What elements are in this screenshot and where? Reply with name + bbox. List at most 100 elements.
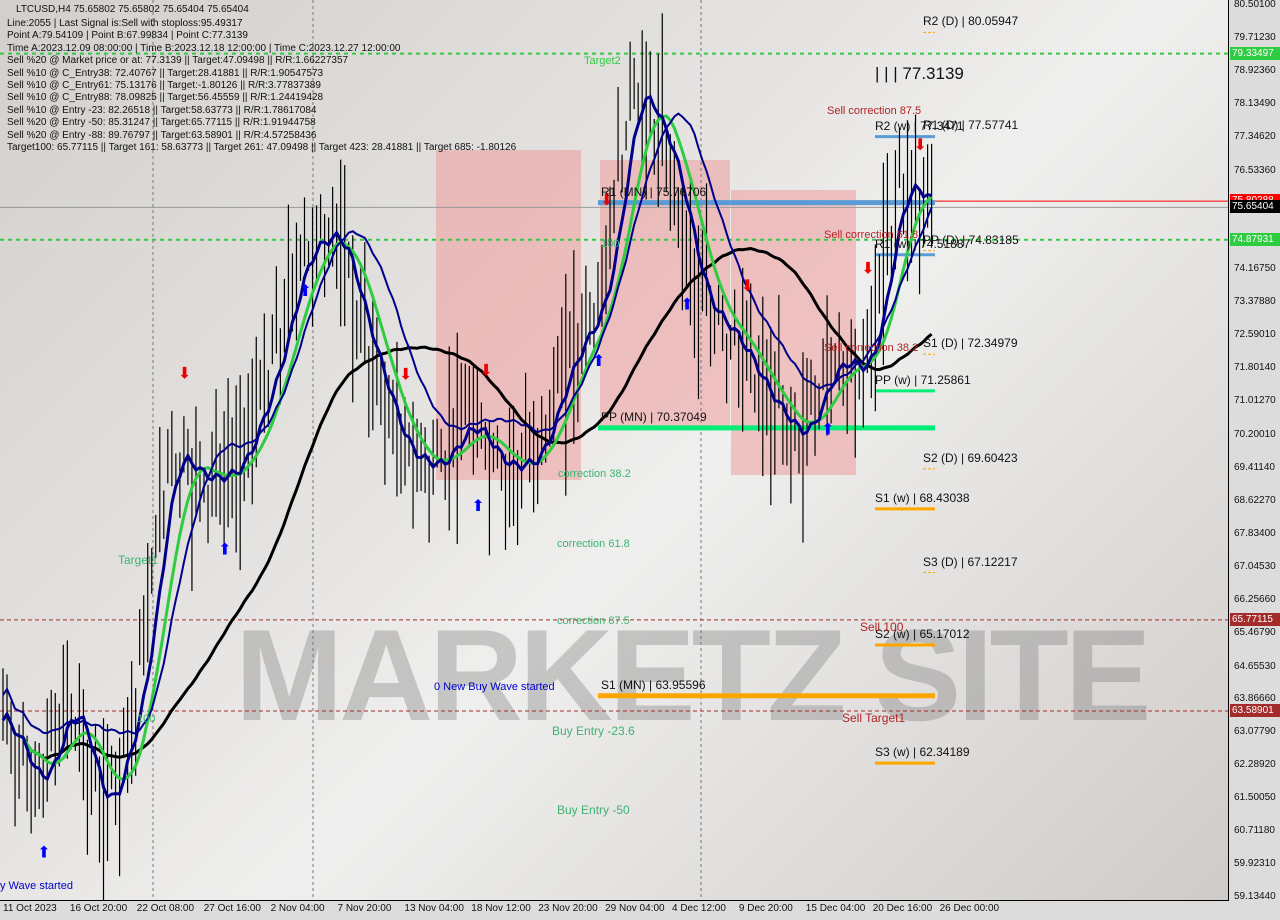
buy-arrow-icon: ⬆ xyxy=(471,498,484,515)
sell-arrow-icon: ⬇ xyxy=(861,260,874,277)
date-tick: 29 Nov 04:00 xyxy=(605,903,665,914)
sell-correction-61-label: Sell correction 61.8 xyxy=(824,229,919,241)
price-tick: 67.83400 xyxy=(1234,527,1276,539)
info-line: Time A:2023.12.09 08:00:00 | Time B:2023… xyxy=(7,42,401,54)
new-buy-wave-label: 0 New Buy Wave started xyxy=(434,681,555,693)
price-tick: 71.80140 xyxy=(1234,362,1276,374)
sell-arrow-icon: ⬇ xyxy=(178,366,191,383)
symbol-line: LTCUSD,H4 75.65802 75.65802 75.65404 75.… xyxy=(16,4,249,15)
correction-87-label: correction 87.5 xyxy=(557,615,630,627)
sell-arrow-icon: ⬇ xyxy=(914,137,927,154)
sell-target1-label: Sell Target1 xyxy=(842,711,906,725)
pivot-label: S1 (w) | 68.43038 xyxy=(875,490,970,505)
pivot-label: S3 (w) | 62.34189 xyxy=(875,745,970,760)
point-c-label: | | | 77.3139 xyxy=(875,64,964,83)
buy-arrow-icon: ⬆ xyxy=(821,421,834,438)
price-tag: 79.33497 xyxy=(1230,46,1280,60)
pivot-label: S2 (D) | 69.60423 xyxy=(923,450,1018,465)
buy-entry-50-label: Buy Entry -50 xyxy=(557,803,630,817)
price-tick: 71.01270 xyxy=(1234,395,1276,407)
price-tick: 66.25660 xyxy=(1234,593,1276,605)
buy-arrow-icon: ⬆ xyxy=(37,844,50,861)
wave-started-label: y Wave started xyxy=(0,880,73,892)
price-tag: 65.77115 xyxy=(1230,612,1280,626)
date-tick: 2 Nov 04:00 xyxy=(270,903,325,914)
info-line: Sell %10 @ C_Entry88: 78.09825 || Target… xyxy=(7,92,324,104)
price-tick: 77.34620 xyxy=(1234,130,1276,142)
date-tick: 23 Nov 20:00 xyxy=(538,903,598,914)
price-tick: 73.37880 xyxy=(1234,296,1276,308)
pivot-label: PP (MN) | 70.37049 xyxy=(601,409,707,424)
price-tick: 63.86660 xyxy=(1234,693,1276,705)
date-tick: 16 Oct 20:00 xyxy=(69,903,128,914)
price-tag: 74.87931 xyxy=(1230,232,1280,246)
hundred-label: 100 xyxy=(601,238,620,250)
price-tick: 76.53360 xyxy=(1234,164,1276,176)
info-line: Point A:79.54109 | Point B:67.99834 | Po… xyxy=(7,30,248,42)
price-tick: 67.04530 xyxy=(1234,560,1276,572)
info-line: Sell %20 @ Entry -88: 89.76797 || Target… xyxy=(7,129,317,141)
date-tick: 27 Oct 16:00 xyxy=(203,903,261,914)
info-line: Sell %10 @ Entry -23: 82.26518 || Target… xyxy=(7,104,317,116)
info-line: Sell %10 @ C_Entry61: 75.13176 || Target… xyxy=(7,80,321,91)
price-tick: 80.50100 xyxy=(1234,0,1276,10)
pivot-label: R2 (w) | 77.3471 xyxy=(875,118,964,133)
date-tick: 7 Nov 20:00 xyxy=(337,903,392,914)
price-tick: 74.16750 xyxy=(1234,263,1276,275)
date-tick: 11 Oct 2023 xyxy=(3,903,57,914)
date-tick: 9 Dec 20:00 xyxy=(738,903,793,914)
pivot-label: S1 (D) | 72.34979 xyxy=(923,336,1018,351)
price-tick: 72.59010 xyxy=(1234,329,1276,341)
price-tick: 78.13490 xyxy=(1234,97,1276,109)
left-100-label: 100 xyxy=(137,713,156,725)
chart-plot-area[interactable]: MARKETZ SITE ⬇ ⬇ ⬇ ⬇ ⬇ ⬇ ⬇ ⬆ ⬆ ⬆ ⬆ ⬆ ⬆ ⬆ LTCUSD,H4 75… xyxy=(0,0,1229,901)
buy-entry-23-label: Buy Entry -23.6 xyxy=(552,724,635,738)
pivot-label: R1 (MN) | 75.76706 xyxy=(601,184,707,199)
price-tick: 79.71230 xyxy=(1234,31,1276,43)
sell-100-label: Sell 100 xyxy=(860,620,904,634)
sell-correction-38-label: Sell correction 38.2 xyxy=(824,342,919,354)
price-tick: 59.92310 xyxy=(1234,858,1276,870)
pivot-label: PP (w) | 71.25861 xyxy=(875,372,971,387)
buy-arrow-icon: ⬆ xyxy=(218,542,231,559)
buy-arrow-icon: ⬆ xyxy=(680,297,693,314)
date-tick: 15 Dec 04:00 xyxy=(805,903,866,914)
price-tick: 61.50050 xyxy=(1234,792,1276,804)
info-line: Target100: 65.77115 || Target 161: 58.63… xyxy=(7,142,517,153)
buy-arrow-icon: ⬆ xyxy=(299,283,312,300)
price-tick: 60.71180 xyxy=(1234,825,1275,837)
sell-arrow-icon: ⬇ xyxy=(741,278,754,295)
date-tick: 26 Dec 00:00 xyxy=(939,903,1000,914)
date-tick: 22 Oct 08:00 xyxy=(136,903,195,914)
price-tick: 63.07790 xyxy=(1234,726,1276,738)
info-line: Line:2055 | Last Signal is:Sell with sto… xyxy=(7,18,243,29)
sell-arrow-icon: ⬇ xyxy=(399,367,412,384)
price-tick: 69.41140 xyxy=(1234,461,1275,473)
buy-arrow-icon: ⬆ xyxy=(592,353,605,370)
date-tick: 18 Nov 12:00 xyxy=(471,903,531,914)
pivot-label: S3 (D) | 67.12217 xyxy=(923,554,1018,569)
date-tick: 20 Dec 16:00 xyxy=(872,903,933,914)
price-tick: 78.92360 xyxy=(1234,64,1276,76)
price-tick: 64.65530 xyxy=(1234,660,1276,672)
date-tick: 13 Nov 04:00 xyxy=(404,903,464,914)
price-tag: 63.58901 xyxy=(1230,704,1280,718)
target2-label: Target2 xyxy=(584,55,621,67)
price-tag: 75.65404 xyxy=(1230,200,1280,214)
correction-38-label: correction 38.2 xyxy=(558,468,631,480)
pivot-label: S1 (MN) | 63.95596 xyxy=(601,677,706,692)
correction-61-label: correction 61.8 xyxy=(557,538,630,550)
info-line: Sell %20 @ Entry -50: 85.31247 || Target… xyxy=(7,117,316,129)
price-tick: 62.28920 xyxy=(1234,759,1276,771)
pivot-label: R2 (D) | 80.05947 xyxy=(923,14,1019,29)
info-line: Sell %10 @ C_Entry38: 72.40767 || Target… xyxy=(7,67,324,79)
price-tick: 65.46790 xyxy=(1234,626,1276,638)
sell-arrow-icon: ⬇ xyxy=(479,362,492,379)
price-tick: 59.13440 xyxy=(1234,891,1276,902)
sell-correction-87-label: Sell correction 87.5 xyxy=(827,105,922,117)
date-tick: 4 Dec 12:00 xyxy=(672,903,726,914)
price-tick: 70.20010 xyxy=(1234,429,1276,441)
target1-label: Target1 xyxy=(118,553,159,567)
info-line: Sell %20 @ Market price or at: 77.3139 |… xyxy=(7,55,349,67)
price-tick: 68.62270 xyxy=(1234,494,1276,506)
